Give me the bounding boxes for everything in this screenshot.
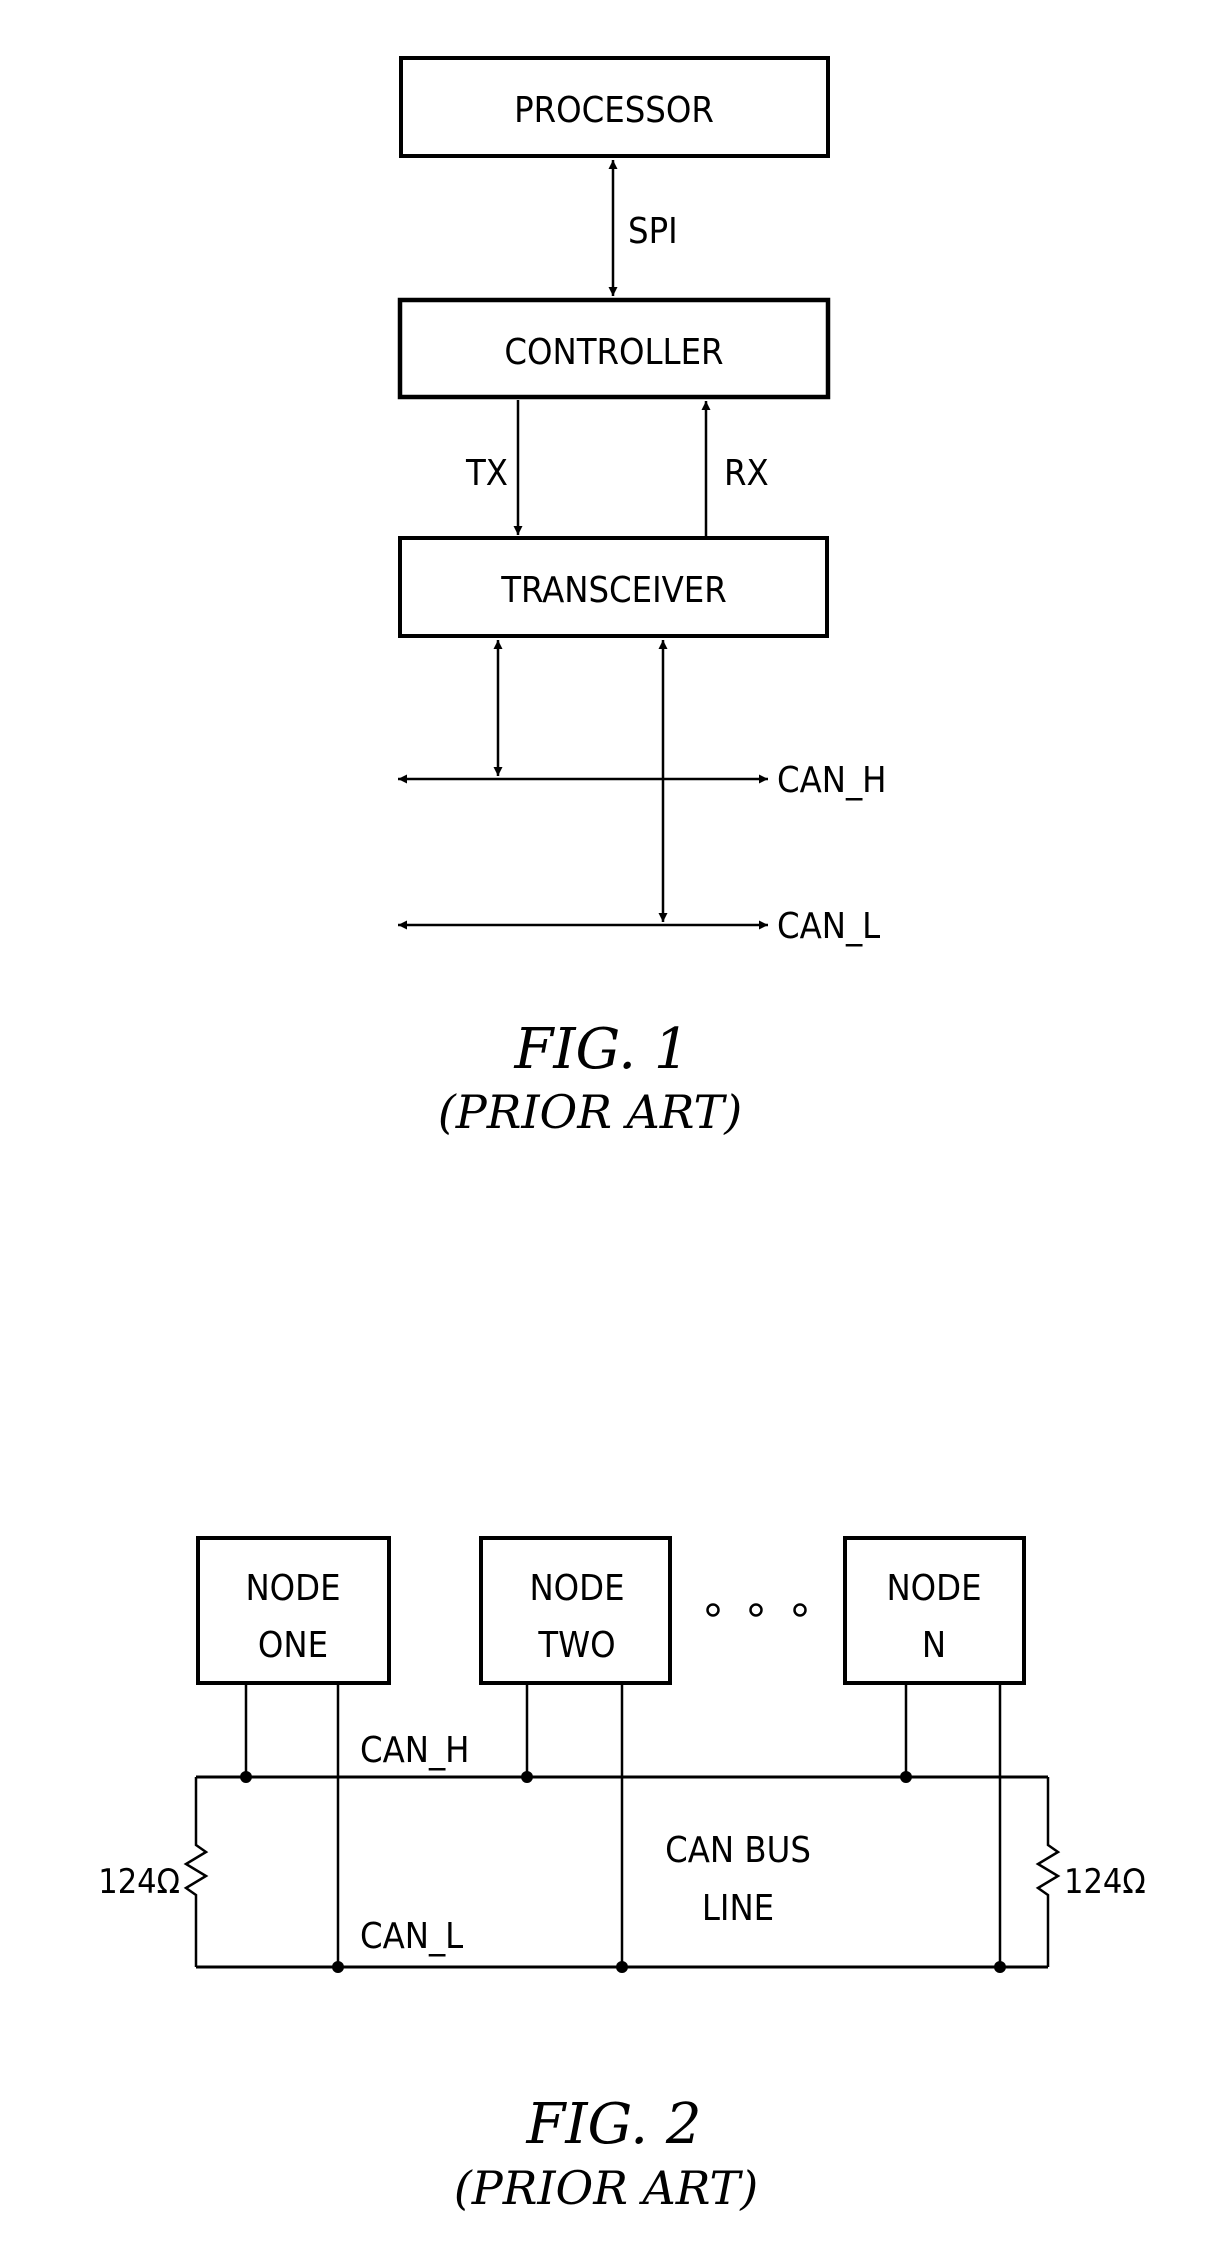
ellipsis-dot [749,1603,763,1617]
ellipsis-dot [706,1603,720,1617]
resistor-icon [1035,1777,1061,1967]
can-h-bus: CAN_H [398,760,887,801]
junction-dot [900,1771,912,1783]
can-l-bus: CAN_L [398,906,880,947]
figure-2-title: FIG. 2 [526,2092,702,2157]
node-one-line1: NODE [245,1568,340,1609]
node-n-line2: N [922,1625,946,1666]
node-one: NODE ONE [196,1536,391,1685]
controller-block: CONTROLLER [397,297,831,400]
patent-drawing-sheet: PROCESSOR SPI CONTROLLER TX RX TRANSCEIV… [98,56,1146,2215]
rx-label: RX [724,453,769,494]
transceiver-label: TRANSCEIVER [500,570,727,611]
figure-1-subtitle: (PRIOR ART) [438,1085,742,1139]
junction-dot [240,1771,252,1783]
processor-block: PROCESSOR [399,56,830,158]
controller-label: CONTROLLER [504,332,723,373]
resistor-icon [183,1777,209,1967]
figure-1: PROCESSOR SPI CONTROLLER TX RX TRANSCEIV… [397,56,887,1139]
junction-dot [521,1771,533,1783]
right-resistor-value: 124Ω [1064,1862,1146,1902]
can-h-label: CAN_H [777,760,887,801]
node-two-line1: NODE [529,1568,624,1609]
can-bus-line-label-1: CAN BUS [665,1830,811,1871]
node-one-line2: ONE [258,1625,328,1666]
can-h-label: CAN_H [360,1730,470,1771]
node-two-line2: TWO [537,1625,615,1666]
left-resistor-value: 124Ω [98,1862,180,1902]
figure-1-title: FIG. 1 [514,1017,690,1082]
transceiver-block: TRANSCEIVER [398,536,829,638]
node-two: NODE TWO [479,1536,672,1685]
can-l-label: CAN_L [360,1916,463,1957]
spi-label: SPI [628,211,678,252]
can-bus-line-label-2: LINE [702,1888,774,1929]
figure-2-subtitle: (PRIOR ART) [454,2161,758,2215]
node-n: NODE N [843,1536,1026,1685]
processor-label: PROCESSOR [514,90,714,131]
left-terminator: 124Ω [98,1777,209,1967]
junction-dot [994,1961,1006,1973]
figure-2: NODE ONE NODE TWO NODE N 124Ω 124Ω CAN_H… [98,1536,1146,2215]
rx-link: RX [701,401,769,537]
junction-dot [332,1961,344,1973]
tx-link: TX [465,400,523,535]
right-terminator: 124Ω [1035,1777,1146,1967]
ellipsis-dot [793,1603,807,1617]
spi-link: SPI [608,160,678,296]
tx-label: TX [465,453,508,494]
node-n-line1: NODE [886,1568,981,1609]
more-nodes-ellipsis [706,1603,807,1617]
junction-dot [616,1961,628,1973]
can-l-label: CAN_L [777,906,880,947]
